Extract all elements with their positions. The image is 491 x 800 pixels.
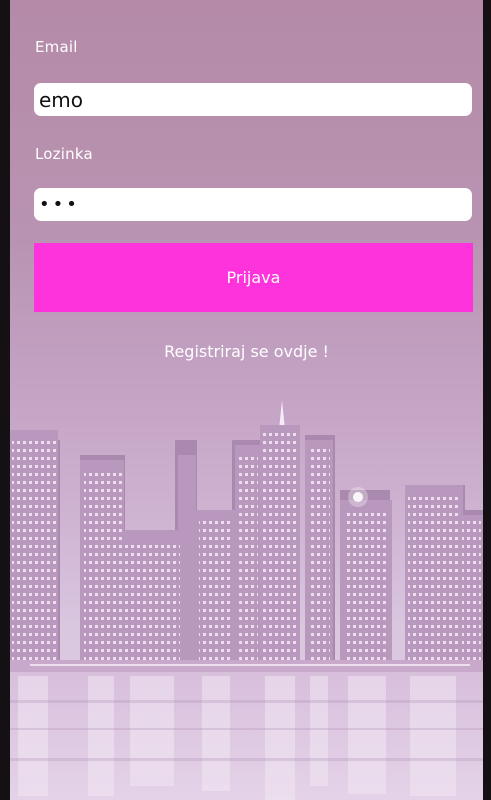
password-label: Lozinka — [35, 145, 93, 163]
screen-edge-right — [483, 0, 491, 800]
city-skyline-background — [10, 400, 483, 800]
login-screen: Email Lozinka ••• Prijava Registriraj se… — [0, 0, 491, 800]
password-input[interactable]: ••• — [34, 188, 472, 221]
login-button[interactable]: Prijava — [34, 243, 473, 312]
email-input[interactable] — [34, 83, 472, 116]
register-link[interactable]: Registriraj se ovdje ! — [10, 342, 483, 361]
email-label: Email — [35, 38, 78, 56]
screen-edge-left — [0, 0, 10, 800]
background-image — [10, 0, 483, 800]
